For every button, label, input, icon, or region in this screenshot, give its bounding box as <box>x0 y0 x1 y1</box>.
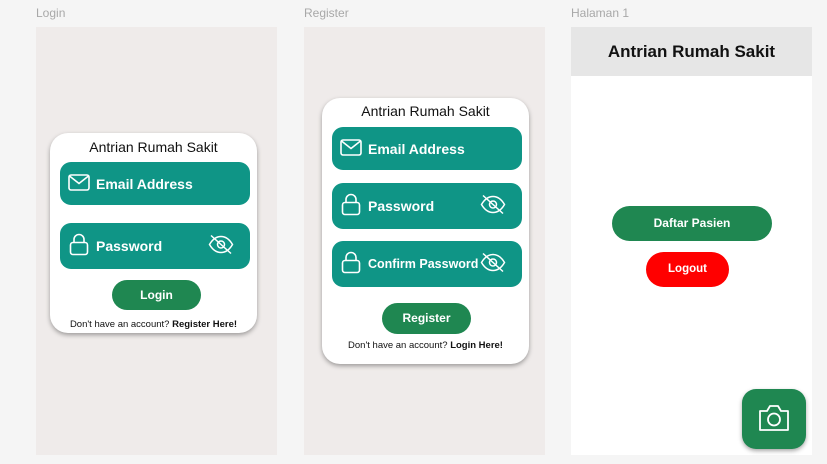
frame-label-halaman: Halaman 1 <box>571 6 630 20</box>
frame-label-login: Login <box>36 6 66 20</box>
register-link[interactable]: Register Here! <box>172 319 237 330</box>
login-button[interactable]: Login <box>112 280 201 310</box>
register-prompt-text: Don't have an account? <box>69 319 170 330</box>
home-screen: Antrian Rumah Sakit Daftar Pasien Logout <box>571 27 812 455</box>
email-field[interactable]: Email Address <box>60 162 250 205</box>
login-prompt: Don't have an account? Login Here! <box>322 340 529 351</box>
register-button[interactable]: Register <box>382 303 471 334</box>
register-screen: Antrian Rumah Sakit Email Address Passwo… <box>304 27 545 455</box>
camera-button[interactable] <box>742 389 806 449</box>
confirm-password-label: Confirm Password <box>368 257 479 271</box>
password-label: Password <box>96 238 163 254</box>
email-label: Email Address <box>368 140 465 157</box>
eye-off-icon[interactable] <box>208 234 234 258</box>
email-label: Email Address <box>96 175 193 192</box>
confirm-password-field[interactable]: Confirm Password <box>332 241 522 287</box>
register-title: Antrian Rumah Sakit <box>361 103 490 119</box>
register-prompt: Don't have an account? Register Here! <box>50 319 257 330</box>
page-title: Antrian Rumah Sakit <box>607 42 776 61</box>
daftar-pasien-button[interactable]: Daftar Pasien <box>612 206 772 241</box>
password-field[interactable]: Password <box>60 223 250 269</box>
eye-off-icon[interactable] <box>480 194 506 218</box>
lock-icon <box>341 193 361 219</box>
logout-button[interactable]: Logout <box>646 252 729 287</box>
envelope-icon <box>340 138 362 159</box>
lock-icon <box>69 233 89 259</box>
login-link[interactable]: Login Here! <box>450 340 503 351</box>
lock-icon <box>341 251 361 277</box>
password-label: Password <box>368 198 435 214</box>
login-screen: Antrian Rumah Sakit Email Address Passwo… <box>36 27 277 455</box>
register-card: Antrian Rumah Sakit Email Address Passwo… <box>322 98 529 364</box>
login-card: Antrian Rumah Sakit Email Address Passwo… <box>50 133 257 333</box>
login-title: Antrian Rumah Sakit <box>89 139 218 155</box>
eye-off-icon[interactable] <box>480 252 506 276</box>
envelope-icon <box>68 173 90 194</box>
app-header: Antrian Rumah Sakit <box>571 27 812 76</box>
frame-label-register: Register <box>304 6 349 20</box>
login-prompt-text: Don't have an account? <box>348 340 448 351</box>
password-field[interactable]: Password <box>332 183 522 229</box>
email-field[interactable]: Email Address <box>332 127 522 170</box>
camera-icon <box>759 405 789 431</box>
